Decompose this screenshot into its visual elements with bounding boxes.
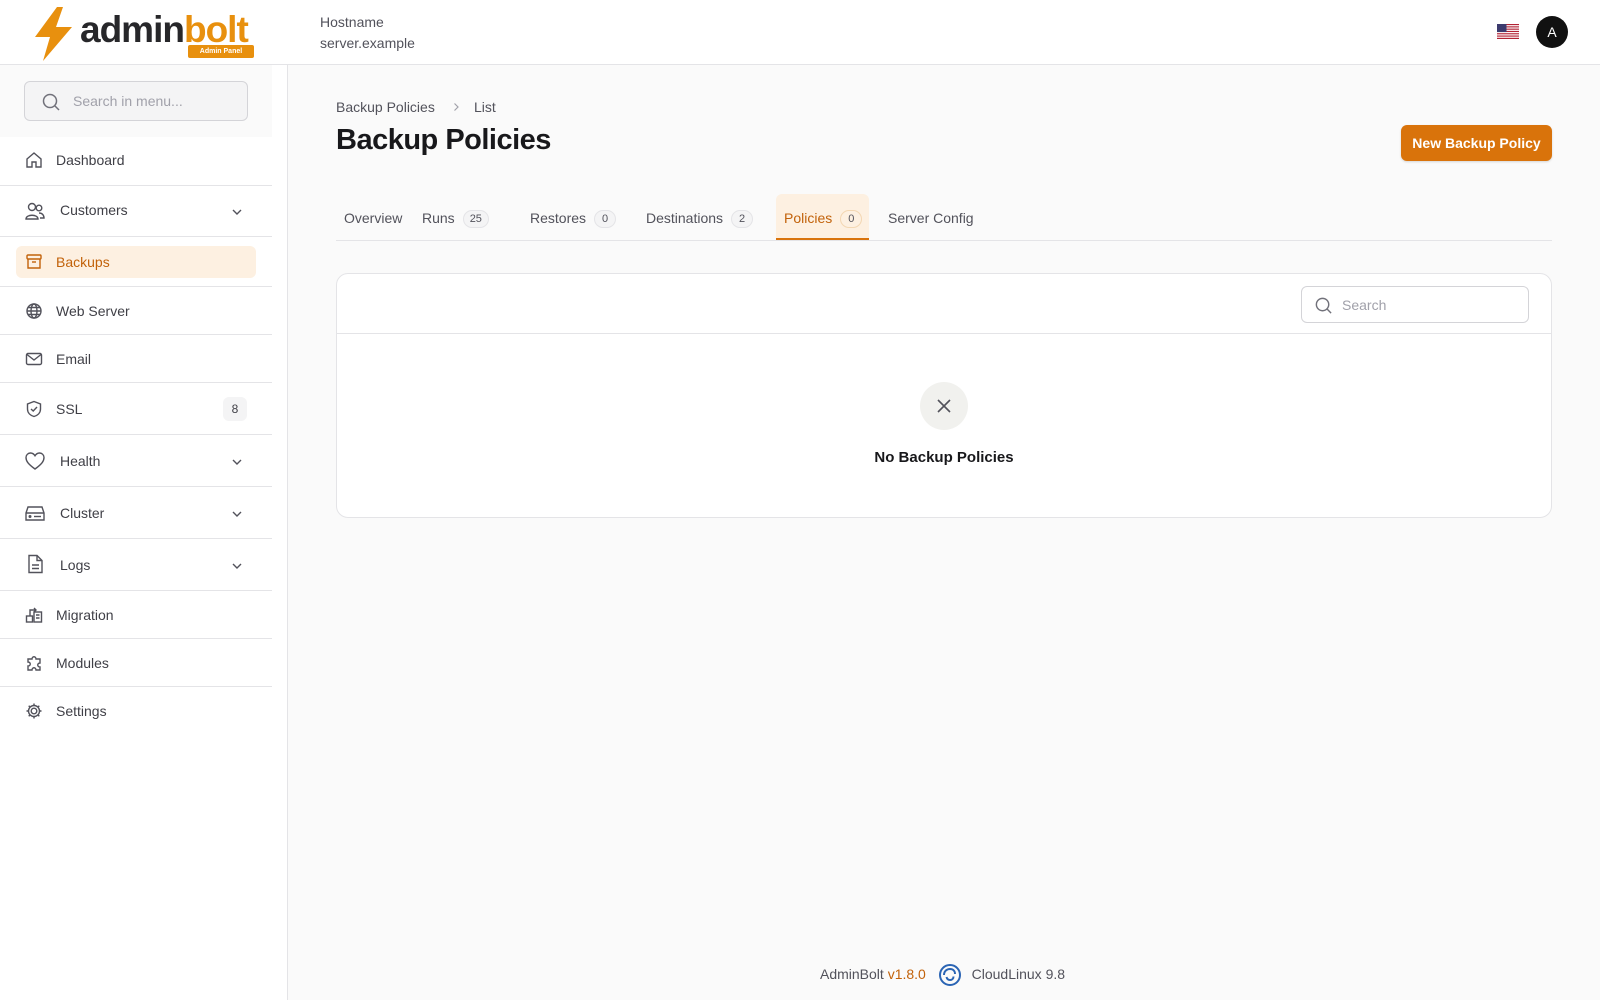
sidebar-item-label: Settings: [56, 703, 107, 719]
footer-version: v1.8.0: [887, 966, 926, 982]
footer-product: AdminBolt: [820, 966, 884, 982]
gear-icon: [26, 703, 42, 719]
puzzle-icon: [27, 656, 41, 671]
sidebar-item-ssl[interactable]: SSL 8: [0, 383, 272, 435]
sidebar-item-label: Migration: [56, 607, 114, 623]
sidebar-item-label: Cluster: [60, 505, 105, 521]
runs-count-badge: 25: [462, 210, 489, 228]
tab-restores[interactable]: Restores 0: [530, 194, 630, 240]
destinations-count-badge: 2: [731, 210, 754, 228]
sidebar-item-email[interactable]: Email: [0, 335, 272, 383]
sidebar: Dashboard Customers Backups Web Server E…: [0, 65, 288, 1000]
sidebar-search-area: [0, 65, 272, 137]
sidebar-item-logs[interactable]: Logs: [0, 539, 272, 591]
breadcrumb-parent[interactable]: Backup Policies: [336, 97, 435, 117]
table-search[interactable]: [1301, 286, 1529, 323]
sidebar-item-migration[interactable]: Migration: [0, 591, 272, 639]
table-toolbar: [337, 274, 1551, 334]
sidebar-item-customers[interactable]: Customers: [0, 186, 272, 237]
chevron-down-icon[interactable]: [230, 455, 244, 469]
chevron-right-icon: [454, 103, 459, 111]
archive-icon: [26, 254, 42, 269]
tab-label: Server Config: [888, 210, 974, 226]
sidebar-item-label: Logs: [60, 557, 91, 573]
policies-count-badge: 0: [840, 210, 863, 228]
tab-overview[interactable]: Overview: [336, 194, 414, 240]
search-icon: [42, 93, 60, 111]
home-icon: [26, 152, 42, 168]
sidebar-item-label: Backups: [56, 254, 110, 270]
chevron-down-icon[interactable]: [230, 559, 244, 573]
shield-icon: [26, 400, 42, 418]
sidebar-item-label: Email: [56, 351, 92, 367]
tab-label: Destinations: [646, 210, 724, 226]
adminbolt-logo[interactable]: adminbolt Admin Panel: [28, 6, 258, 62]
sidebar-item-backups[interactable]: Backups: [0, 237, 272, 287]
tab-label: Policies: [784, 210, 833, 226]
top-bar: adminbolt Admin Panel Hostname server.ex…: [0, 0, 1600, 65]
sidebar-item-dashboard[interactable]: Dashboard: [0, 137, 272, 186]
sidebar-item-health[interactable]: Health: [0, 435, 272, 487]
sidebar-item-label: Web Server: [56, 303, 130, 319]
new-backup-policy-button[interactable]: New Backup Policy: [1401, 125, 1552, 161]
bolt-icon: [35, 7, 72, 61]
active-highlight: [16, 246, 256, 278]
sidebar-search-input[interactable]: [73, 82, 243, 120]
restores-count-badge: 0: [594, 210, 617, 228]
chevron-down-icon[interactable]: [230, 507, 244, 521]
empty-state-icon: [920, 382, 968, 430]
mail-icon: [25, 352, 43, 366]
tab-label: Restores: [530, 210, 587, 226]
policies-table-card: No Backup Policies: [336, 273, 1552, 518]
tab-policies[interactable]: Policies 0: [776, 194, 869, 240]
us-flag-icon[interactable]: [1497, 24, 1519, 39]
tab-bar: Overview Runs 25 Restores 0 Destinations 2 …: [336, 192, 1552, 241]
page-title: Backup Policies: [336, 124, 551, 156]
tab-label: Runs: [422, 210, 455, 226]
hostname-label: Hostname: [320, 14, 384, 30]
footer: AdminBolt v1.8.0 CloudLinux 9.8: [820, 962, 1066, 987]
file-icon: [28, 554, 43, 574]
server-icon: [25, 506, 45, 521]
tab-runs[interactable]: Runs 25: [422, 194, 512, 240]
brand-tag: Admin Panel: [188, 45, 254, 58]
search-icon: [1315, 297, 1332, 314]
sidebar-item-label: Modules: [56, 655, 109, 671]
ssl-count-badge: 8: [223, 397, 247, 421]
cloudlinux-logo-icon: [938, 964, 961, 987]
tab-label: Overview: [344, 210, 403, 226]
hostname-value: server.example: [320, 35, 415, 51]
sidebar-item-modules[interactable]: Modules: [0, 639, 272, 687]
sidebar-item-cluster[interactable]: Cluster: [0, 487, 272, 539]
sidebar-item-settings[interactable]: Settings: [0, 687, 272, 735]
empty-state-text: No Backup Policies: [874, 449, 1014, 466]
chevron-down-icon[interactable]: [230, 205, 244, 219]
close-icon: [937, 399, 951, 413]
sidebar-item-label: Health: [60, 453, 101, 469]
migration-icon: [25, 607, 43, 623]
sidebar-item-label: Customers: [60, 202, 128, 218]
sidebar-item-web-server[interactable]: Web Server: [0, 287, 272, 335]
tab-destinations[interactable]: Destinations 2: [646, 194, 776, 240]
footer-os: CloudLinux 9.8: [971, 966, 1066, 982]
hostname-block: Hostname server.example: [320, 12, 415, 54]
sidebar-search[interactable]: [24, 81, 248, 121]
sidebar-item-label: Dashboard: [56, 152, 125, 168]
avatar[interactable]: A: [1536, 16, 1568, 48]
heart-icon: [25, 452, 45, 470]
users-icon: [25, 202, 45, 220]
tab-server-config[interactable]: Server Config: [888, 194, 998, 240]
sidebar-item-label: SSL: [56, 401, 83, 417]
table-search-input[interactable]: [1342, 287, 1522, 322]
breadcrumb-current: List: [474, 99, 496, 115]
globe-icon: [26, 303, 42, 319]
